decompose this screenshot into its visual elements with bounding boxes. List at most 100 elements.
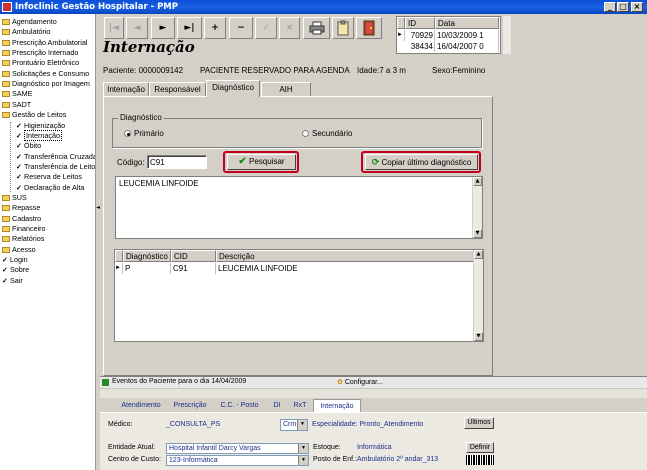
tab-atendimento[interactable]: Atendimento	[117, 399, 165, 412]
sidebar-item[interactable]: ✓ Transferência Cruzada	[0, 152, 95, 162]
codigo-input[interactable]: C91	[147, 155, 207, 169]
pesquisar-button[interactable]: ✔ Pesquisar	[227, 154, 296, 170]
table-row[interactable]: LEUCEMIA LINFOIDE	[216, 263, 474, 274]
tab-internacao-bottom[interactable]: Internação	[313, 399, 361, 412]
table-row[interactable]: P	[123, 263, 171, 274]
report-button[interactable]	[332, 17, 354, 39]
table-row[interactable]: 16/04/2007 0	[435, 41, 499, 52]
scroll-down-icon[interactable]: ▼	[474, 332, 483, 341]
sidebar-item[interactable]: SAME	[0, 89, 32, 99]
tab-aih[interactable]: AIH	[261, 82, 311, 97]
scroll-up-icon[interactable]: ▲	[473, 177, 482, 186]
centro-select[interactable]: 123-Informática ▼	[166, 455, 309, 466]
sidebar-item[interactable]: SUS	[0, 193, 27, 203]
sidebar-item[interactable]: ✓ Transferência de Leito	[0, 162, 95, 172]
print-button[interactable]	[303, 17, 330, 39]
close-button[interactable]: ×	[631, 2, 643, 12]
sidebar-item[interactable]: ✓ Reserva de Leitos	[0, 172, 82, 182]
sidebar-item[interactable]: Financeiro	[0, 224, 46, 234]
tab-cc-posto[interactable]: C.C. - Posto	[215, 399, 264, 412]
folder-icon	[2, 246, 10, 253]
sidebar-item[interactable]: Diagnóstico por Imagem	[0, 79, 90, 89]
centro-value: 123-Informática	[169, 457, 218, 464]
table-row[interactable]: 38434	[405, 41, 435, 52]
barcode-icon[interactable]	[466, 455, 494, 465]
folder-icon	[2, 205, 10, 212]
confirm-button[interactable]: ✓	[255, 17, 277, 39]
copiar-label: Copiar último diagnóstico	[381, 158, 472, 167]
tab-diagnostico[interactable]: Diagnóstico	[206, 80, 260, 97]
grid-header-data[interactable]: Data	[435, 17, 499, 29]
memo-scrollbar[interactable]: ▲ ▼	[472, 177, 482, 238]
scroll-up-icon[interactable]: ▲	[474, 250, 483, 259]
first-record-button[interactable]: |◄	[104, 17, 124, 39]
grid-scrollbar[interactable]: ▲ ▼	[473, 250, 483, 341]
entidade-select[interactable]: Hospital Infantil Darcy Vargas ▼	[166, 443, 309, 454]
diagnostico-grid[interactable]: Diagnóstico CID Descrição ► P C91 LEUCEM…	[114, 249, 484, 342]
sidebar-item[interactable]: ✓ Sobre	[0, 265, 29, 275]
copiar-diagnostico-button[interactable]: ⟳ Copiar último diagnóstico	[365, 154, 478, 170]
radio-off-icon	[302, 130, 309, 137]
sidebar-item[interactable]: Prescrição Ambulatorial	[0, 38, 88, 48]
tab-responsavel[interactable]: Responsável	[149, 82, 206, 97]
sidebar-item[interactable]: Repasse	[0, 203, 40, 213]
minimize-button[interactable]: _	[604, 2, 616, 12]
exit-button[interactable]	[356, 17, 382, 39]
sidebar-item[interactable]: ✓ Sair	[0, 276, 23, 286]
radio-secundario[interactable]: Secundário	[302, 129, 352, 138]
maximize-button[interactable]: □	[617, 2, 629, 12]
sidebar-item[interactable]: Prontuário Eletrônico	[0, 58, 79, 68]
tree-connector	[10, 122, 11, 192]
sidebar-item[interactable]: ✓ Óbito	[0, 141, 41, 151]
tab-rxt[interactable]: RxT	[290, 399, 310, 412]
sidebar-item[interactable]: Relatórios	[0, 234, 44, 244]
configurar-label: Configurar...	[344, 379, 383, 386]
remove-button[interactable]: −	[229, 17, 253, 39]
sidebar-item[interactable]: Prescrição Internado	[0, 48, 78, 58]
sidebar-item[interactable]: SADT	[0, 100, 31, 110]
ultimos-button[interactable]: Últimos	[464, 417, 494, 429]
sidebar-item[interactable]: ✓ Login	[0, 255, 28, 265]
prev-record-button[interactable]: ◄	[126, 17, 148, 39]
sidebar-item[interactable]: Gestão de Leitos	[0, 110, 66, 120]
entidade-value: Hospital Infantil Darcy Vargas	[169, 445, 261, 452]
row-pointer-icon: ►	[397, 30, 405, 41]
table-row[interactable]: 10/03/2009 1	[435, 30, 499, 41]
scroll-down-icon[interactable]: ▼	[473, 229, 482, 238]
sidebar-item-label: Financeiro	[12, 224, 46, 233]
last-record-button[interactable]: ►|	[177, 17, 202, 39]
radio-primario[interactable]: Primário	[124, 129, 164, 138]
grid-header-diagnostico[interactable]: Diagnóstico	[123, 250, 171, 262]
crm-select[interactable]: Crm ▼	[280, 419, 308, 431]
sidebar-item[interactable]: Ambulatório	[0, 27, 50, 37]
folder-icon	[2, 50, 10, 57]
folder-icon	[2, 81, 10, 88]
grid-header-cid[interactable]: CID	[171, 250, 216, 262]
sidebar-item-label: Transferência de Leito	[24, 161, 96, 171]
medico-label: Médico:	[108, 421, 133, 428]
sidebar-item[interactable]: Solicitações e Consumo	[0, 69, 89, 79]
grid-header-id[interactable]: ID	[405, 17, 435, 29]
tab-prescricao[interactable]: Prescrição	[168, 399, 212, 412]
table-row[interactable]: 70929	[405, 30, 435, 41]
sidebar-item-label: Ambulatório	[12, 27, 51, 37]
next-record-button[interactable]: ►	[151, 17, 175, 39]
tab-di[interactable]: DI	[267, 399, 287, 412]
record-scrollbar[interactable]	[502, 16, 511, 54]
sidebar-item[interactable]: Agendamento	[0, 17, 57, 27]
estoque-label: Estoque:	[313, 444, 341, 451]
sidebar-item[interactable]: Acesso	[0, 245, 36, 255]
definir-button[interactable]: Definir	[466, 442, 494, 453]
record-grid[interactable]: ID Data ► 70929 10/03/2009 1 38434 16/04…	[396, 16, 501, 54]
toolstrip	[100, 388, 647, 398]
sidebar-item-label: Sobre	[10, 265, 30, 275]
add-button[interactable]: +	[204, 17, 226, 39]
tab-internacao[interactable]: Internação	[103, 82, 149, 97]
cancel-button[interactable]: ×	[279, 17, 300, 39]
table-row[interactable]: C91	[171, 263, 216, 274]
diagnostico-memo[interactable]: LEUCEMIA LINFOIDE ▲ ▼	[115, 176, 483, 239]
configurar-link[interactable]: ✿ Configurar...	[337, 378, 383, 386]
sidebar-item[interactable]: Cadastro	[0, 214, 41, 224]
grid-header-descricao[interactable]: Descrição	[216, 250, 474, 262]
sidebar-item[interactable]: ✓ Declaração de Alta	[0, 183, 84, 193]
